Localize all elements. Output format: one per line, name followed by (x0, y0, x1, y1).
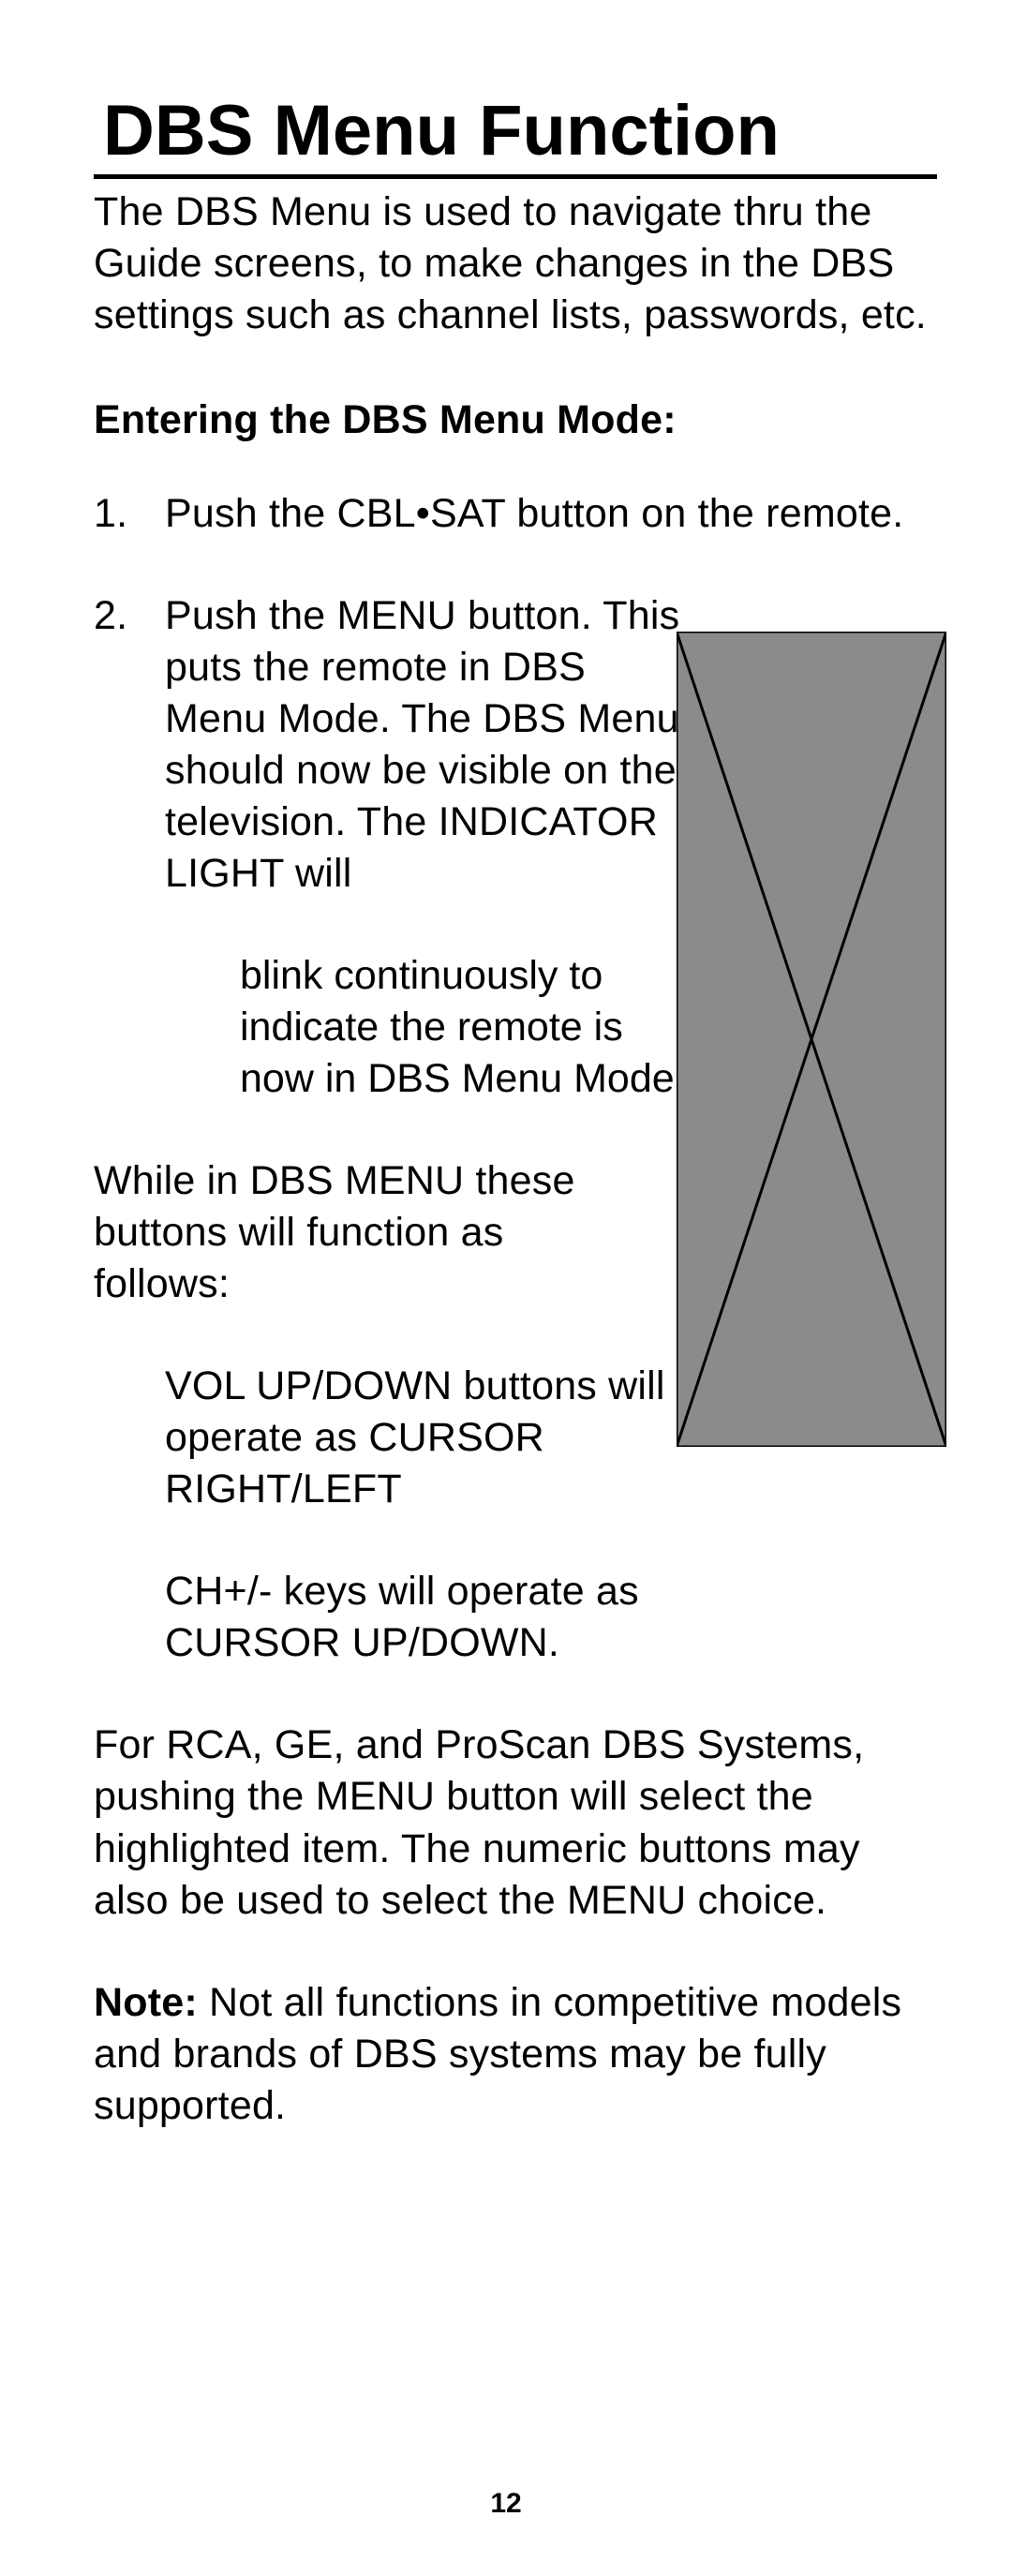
paragraph-while-in-menu: While in DBS MENU these buttons will fun… (94, 1155, 618, 1310)
step-number: 1. (94, 488, 127, 540)
title-underline (94, 174, 937, 179)
step-1: 1. Push the CBL•SAT button on the remote… (94, 488, 937, 540)
note-text: Not all functions in competitive models … (94, 1980, 901, 2128)
remote-image-placeholder (677, 632, 946, 1447)
intro-paragraph: The DBS Menu is used to navigate thru th… (94, 186, 937, 341)
paragraph-note: Note: Not all functions in competitive m… (94, 1977, 937, 2132)
page-number: 12 (0, 2488, 1012, 2520)
paragraph-rca: For RCA, GE, and ProScan DBS Systems, pu… (94, 1720, 937, 1926)
note-label: Note: (94, 1980, 198, 2025)
step-number: 2. (94, 590, 127, 642)
placeholder-x-icon (677, 632, 946, 1447)
step-text-part-b: blink continuously to indicate the remot… (94, 950, 693, 1105)
page-title: DBS Menu Function (94, 94, 937, 169)
paragraph-ch: CH+/- keys will operate as CURSOR UP/DOW… (94, 1566, 750, 1669)
step-text: Push the CBL•SAT button on the remote. (165, 491, 903, 536)
subheading: Entering the DBS Menu Mode: (94, 397, 937, 443)
step-text-part-a: Push the MENU button. This puts the remo… (165, 590, 690, 900)
paragraph-vol: VOL UP/DOWN buttons will operate as CURS… (94, 1361, 693, 1515)
